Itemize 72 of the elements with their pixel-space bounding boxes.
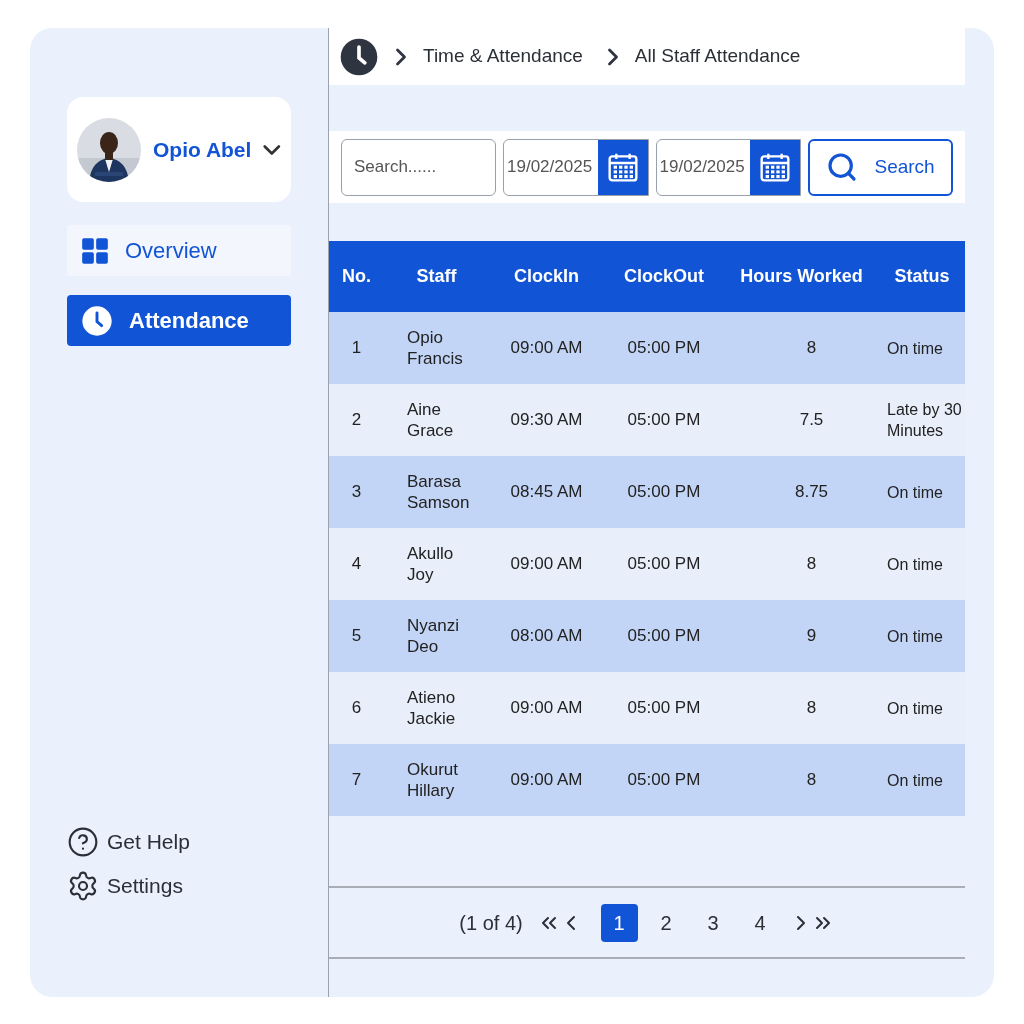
date-field[interactable]: 19/02/2025 <box>655 138 802 196</box>
table-cell-text: 8 <box>805 337 818 360</box>
table-cell-text: On time <box>886 698 944 719</box>
page-button[interactable]: 2 <box>647 903 685 942</box>
table-cell-text: 05:00 PM <box>626 769 702 792</box>
help-icon <box>67 826 99 858</box>
table-cell-text: 05:00 PM <box>626 337 702 360</box>
profile-card[interactable]: Opio Abel <box>67 97 291 202</box>
page-summary: (1 of 4) <box>459 910 523 936</box>
search-field[interactable]: Search...... <box>341 138 496 196</box>
table-cell-text: Atieno Jackie <box>406 687 457 729</box>
table-cell-text: 2 <box>350 409 363 432</box>
table-cell-text: 05:00 PM <box>626 625 702 648</box>
calendar-icon <box>759 151 792 183</box>
table-cell-text: Aine Grace <box>406 399 455 441</box>
table-cell-text: 05:00 PM <box>626 409 702 432</box>
table-cell-text: 05:00 PM <box>626 553 702 576</box>
table-cell-text: On time <box>886 770 944 791</box>
table-cell-text: On time <box>886 554 944 575</box>
table-cell-text: Late by 30 Minutes <box>886 400 963 441</box>
table-cell-text: 09:00 AM <box>509 553 584 576</box>
table-cell-text: 09:30 AM <box>509 409 584 432</box>
table-cell-text: 08:45 AM <box>509 481 584 504</box>
footer-link[interactable]: Settings <box>67 870 291 902</box>
user-name: Opio Abel <box>153 136 252 163</box>
table-cell-text: 09:00 AM <box>509 337 584 360</box>
table-cell-text: 8 <box>805 769 818 792</box>
table-cell-text: Nyanzi Deo <box>406 615 460 657</box>
table-cell-text: On time <box>886 626 944 647</box>
table-cell-text: On time <box>886 338 944 359</box>
column-header: ClockIn <box>513 265 580 288</box>
table-cell-text: 8.75 <box>793 481 830 504</box>
column-header: Status <box>893 265 951 288</box>
nav-item[interactable]: Attendance <box>67 295 291 346</box>
table-cell-text: Barasa Samson <box>406 471 471 513</box>
table-cell-text: 09:00 AM <box>509 769 584 792</box>
clock-icon <box>81 304 113 337</box>
table-cell-text: 05:00 PM <box>626 697 702 720</box>
nav-item[interactable]: Overview <box>67 225 291 276</box>
settings-icon <box>67 870 99 902</box>
grid-icon <box>81 236 109 265</box>
date-field[interactable]: 19/02/2025 <box>503 138 649 196</box>
calendar-icon <box>606 151 639 183</box>
column-header: No. <box>341 265 372 288</box>
table-cell-text: On time <box>886 482 944 503</box>
page-button[interactable]: 1 <box>600 903 638 942</box>
clock-icon <box>339 36 379 77</box>
table-cell-text: 8 <box>805 697 818 720</box>
table-cell-text: Opio Francis <box>406 327 464 369</box>
table-cell-text: 3 <box>350 481 363 504</box>
table-cell-text: Okurut Hillary <box>406 759 460 801</box>
table-cell-text: 08:00 AM <box>509 625 584 648</box>
table-cell-text: 09:00 AM <box>509 697 584 720</box>
breadcrumb-link[interactable]: All Staff Attendance <box>634 42 801 71</box>
table-cell-text: 7 <box>350 769 363 792</box>
footer-link[interactable]: Get Help <box>67 826 291 858</box>
table-cell-text: Akullo Joy <box>406 543 455 585</box>
table-cell-text: 6 <box>350 697 363 720</box>
column-header: Hours Worked <box>739 265 864 288</box>
table-cell-text: 7.5 <box>798 409 825 432</box>
column-header: Staff <box>415 265 458 288</box>
search-button[interactable]: Search <box>808 138 953 196</box>
table-cell-text: 9 <box>805 625 818 648</box>
page-button[interactable]: 4 <box>741 903 779 942</box>
page-button[interactable]: 3 <box>694 903 732 942</box>
breadcrumb-link[interactable]: Time & Attendance <box>423 42 583 71</box>
table-cell-text: 8 <box>805 553 818 576</box>
table-cell-text: 05:00 PM <box>626 481 702 504</box>
table-cell-text: 5 <box>350 625 363 648</box>
table-cell-text: 4 <box>350 553 363 576</box>
table-cell-text: 1 <box>350 337 363 360</box>
column-header: ClockOut <box>623 265 705 288</box>
